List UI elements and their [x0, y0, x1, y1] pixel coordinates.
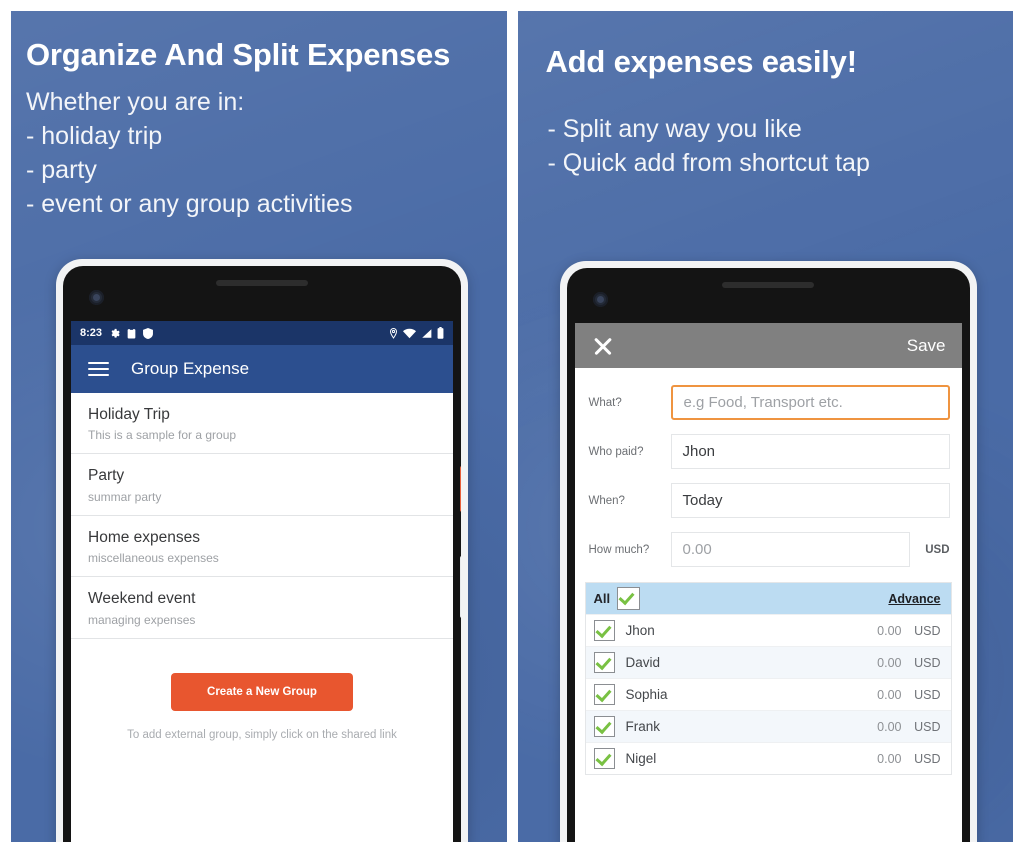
group-subtitle: managing expenses: [88, 612, 196, 627]
form-row-how-much: How much? 0.00 USD: [575, 525, 962, 574]
what-label: What?: [588, 396, 622, 409]
app-store-screenshot-poster: Organize And Split Expenses Whether you …: [0, 0, 1024, 853]
left-subtext-line-0: Whether you are in:: [26, 88, 245, 116]
app-bar: Group Expense: [71, 345, 453, 393]
shield-icon: [143, 327, 153, 339]
participant-amount: 0.00: [877, 719, 902, 734]
shared-link-hint: To add external group, simply click on t…: [127, 728, 397, 741]
participant-checkbox[interactable]: [593, 652, 615, 673]
add-expense-toolbar: Save: [574, 323, 962, 368]
participant-checkbox[interactable]: [593, 716, 615, 737]
participant-name: Frank: [625, 719, 661, 734]
table-row[interactable]: David 0.00 USD: [585, 646, 951, 678]
group-title: Home expenses: [88, 528, 201, 546]
phone-screen-right: Save What? e.g Food, Transport etc. Who …: [574, 323, 962, 842]
power-button[interactable]: [460, 466, 461, 512]
what-input[interactable]: e.g Food, Transport etc.: [670, 385, 950, 420]
participant-currency: USD: [914, 623, 941, 638]
wifi-icon: [403, 328, 416, 339]
amount-input[interactable]: 0.00: [670, 532, 910, 567]
participant-amount: 0.00: [877, 655, 902, 670]
phone-mockup-left: 8:23 Group Expense Holiday Trip This is …: [56, 259, 468, 842]
participant-currency: USD: [914, 751, 941, 766]
left-subtext-line-2: - party: [26, 156, 97, 184]
right-subtext-line-1: - Quick add from shortcut tap: [547, 149, 870, 177]
earpiece-speaker: [722, 282, 814, 288]
participant-name: Jhon: [625, 623, 655, 638]
group-title: Party: [88, 467, 125, 485]
front-camera-icon: [592, 292, 608, 307]
location-icon: [389, 327, 398, 339]
signal-icon: [421, 328, 432, 339]
status-bar-right-icons: [389, 327, 444, 339]
list-item[interactable]: Weekend event managing expenses: [71, 577, 453, 639]
list-item[interactable]: Holiday Trip This is a sample for a grou…: [71, 393, 453, 455]
left-subtext-line-3: - event or any group activities: [26, 190, 353, 218]
table-row[interactable]: Sophia 0.00 USD: [585, 678, 951, 710]
save-button[interactable]: Save: [907, 336, 946, 356]
select-all-checkbox[interactable]: [617, 587, 641, 610]
who-paid-input[interactable]: Jhon: [670, 434, 950, 469]
list-item[interactable]: Home expenses miscellaneous expenses: [71, 516, 453, 578]
participant-name: David: [625, 655, 661, 670]
close-icon[interactable]: [591, 334, 615, 358]
split-participants-table: All Advance Jhon 0.00 USD David 0.00 USD…: [584, 582, 952, 775]
group-subtitle: This is a sample for a group: [88, 428, 237, 443]
volume-button[interactable]: [460, 556, 461, 618]
status-bar-time: 8:23: [80, 327, 103, 339]
clipboard-icon: [127, 327, 136, 339]
table-row[interactable]: Nigel 0.00 USD: [585, 742, 951, 774]
participant-amount: 0.00: [877, 687, 902, 702]
promo-panel-left: Organize And Split Expenses Whether you …: [11, 11, 507, 842]
split-table-header: All Advance: [585, 583, 951, 614]
group-title: Holiday Trip: [88, 406, 170, 423]
participant-name: Nigel: [625, 751, 657, 766]
participant-amount: 0.00: [877, 751, 902, 766]
participant-checkbox[interactable]: [593, 684, 615, 705]
participant-amount: 0.00: [877, 623, 902, 638]
participant-checkbox[interactable]: [593, 620, 615, 641]
form-row-who-paid: Who paid? Jhon: [575, 427, 962, 476]
advance-link[interactable]: Advance: [888, 592, 940, 606]
right-subtext: - Split any way you like - Quick add fro…: [518, 80, 1014, 180]
participant-currency: USD: [914, 655, 941, 670]
participant-name: Sophia: [625, 687, 668, 702]
list-item[interactable]: Party summar party: [71, 454, 453, 516]
when-label: When?: [588, 494, 625, 507]
phone-screen-left: 8:23 Group Expense Holiday Trip This is …: [71, 321, 453, 842]
earpiece-speaker: [216, 280, 308, 286]
create-group-section: Create a New Group To add external group…: [71, 639, 453, 741]
promo-panel-right: Add expenses easily! - Split any way you…: [517, 11, 1014, 842]
participant-currency: USD: [914, 687, 941, 702]
gear-icon: [109, 328, 120, 339]
group-subtitle: summar party: [88, 489, 162, 504]
group-subtitle: miscellaneous expenses: [88, 551, 219, 566]
participant-checkbox[interactable]: [593, 748, 615, 769]
right-headline: Add expenses easily!: [545, 44, 858, 79]
create-new-group-button[interactable]: Create a New Group: [171, 672, 353, 711]
form-row-what: What? e.g Food, Transport etc.: [575, 378, 962, 427]
table-row[interactable]: Frank 0.00 USD: [585, 710, 951, 742]
status-bar: 8:23: [71, 321, 453, 345]
app-bar-title: Group Expense: [131, 359, 250, 378]
how-much-label: How much?: [588, 543, 650, 556]
participant-currency: USD: [914, 719, 941, 734]
phone-mockup-right: Save What? e.g Food, Transport etc. Who …: [559, 261, 977, 842]
left-subtext-line-1: - holiday trip: [26, 122, 163, 150]
amount-currency: USD: [925, 543, 950, 556]
expense-form: What? e.g Food, Transport etc. Who paid?…: [574, 368, 962, 574]
group-title: Weekend event: [88, 590, 196, 608]
form-row-when: When? Today: [575, 476, 962, 525]
left-headline: Organize And Split Expenses: [26, 37, 451, 72]
table-row[interactable]: Jhon 0.00 USD: [585, 614, 951, 646]
front-camera-icon: [89, 290, 104, 305]
group-list: Holiday Trip This is a sample for a grou…: [71, 393, 453, 639]
when-input[interactable]: Today: [670, 483, 950, 518]
select-all-label: All: [593, 591, 611, 606]
battery-icon: [437, 327, 444, 339]
left-subtext: Whether you are in: - holiday trip - par…: [11, 73, 507, 221]
hamburger-menu-icon[interactable]: [88, 362, 109, 376]
who-paid-label: Who paid?: [588, 445, 644, 458]
right-subtext-line-0: - Split any way you like: [547, 115, 802, 143]
